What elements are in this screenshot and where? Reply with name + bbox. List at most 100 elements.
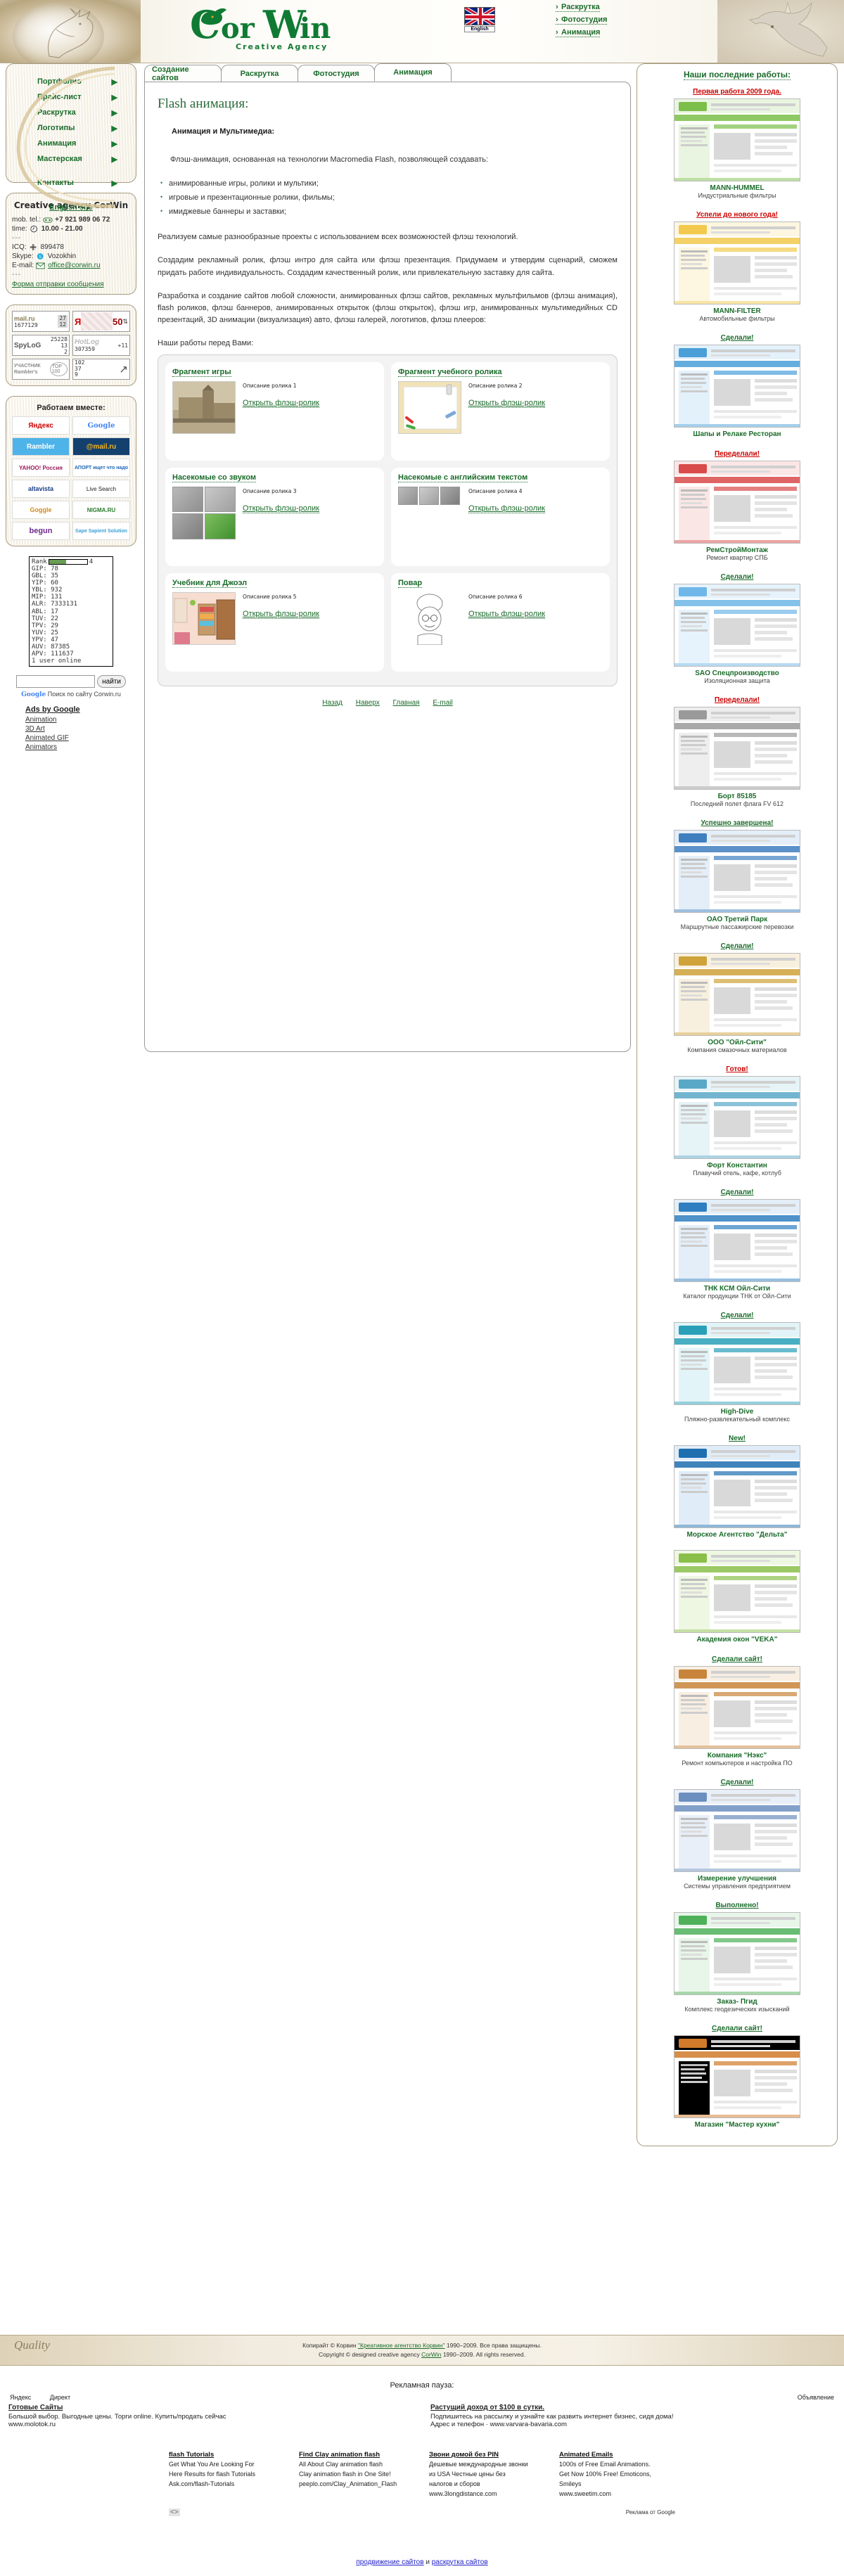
work-thumbnail-whiteboard[interactable] <box>398 380 461 434</box>
portfolio-item-2[interactable]: Сделали! Шапы и Релаке Ресторан <box>644 333 830 438</box>
portfolio-item-1[interactable]: Успели до нового года! MANN-FILTER Автомоб… <box>644 210 830 322</box>
sidebar-item-contacts[interactable]: Контакты ▶ <box>12 175 130 191</box>
partner-logo-sape[interactable]: Sape Sapient Solution <box>72 522 130 540</box>
portfolio-thumbnail[interactable] <box>674 1199 800 1282</box>
message-form-link[interactable]: Форма отправки сообщения <box>12 281 130 288</box>
google-ad-3[interactable]: Animated Emails 1000s of Free Email Anim… <box>559 2451 689 2499</box>
portfolio-name[interactable]: ТНК КСМ Ойл-Сити <box>644 1285 830 1293</box>
work-thumbnail-insects-grid[interactable] <box>172 486 236 539</box>
sidebar-item-portfolio[interactable]: Портфолио ▶ <box>12 74 130 89</box>
work-open-link[interactable]: Открыть флэш-ролик <box>243 504 319 513</box>
google-ad-link-2[interactable]: Animated GIF <box>25 734 136 742</box>
work-title[interactable]: Фрагмент учебного ролика <box>398 368 502 377</box>
work-open-link[interactable]: Открыть флэш-ролик <box>468 399 545 408</box>
counter-liveinternet[interactable]: 102 37 9 ↗ <box>72 359 130 380</box>
portfolio-item-14[interactable]: Сделали! Измерение улучшения Системы управ… <box>644 1778 830 1890</box>
partner-logo-altavista[interactable]: altavista <box>12 480 70 498</box>
portfolio-thumbnail[interactable] <box>674 707 800 790</box>
contact-email-value[interactable]: office@corwin.ru <box>48 262 100 269</box>
tab-photostudio[interactable]: Фотостудия <box>298 65 375 82</box>
work-thumbnail-chef[interactable] <box>398 592 461 645</box>
portfolio-item-11[interactable]: New! Морское Агентство "Дельта" <box>644 1434 830 1539</box>
bottom-link-seo[interactable]: раскрутка сайтов <box>432 2558 488 2566</box>
work-thumbnail-classroom[interactable] <box>172 591 236 645</box>
portfolio-thumbnail[interactable] <box>674 1666 800 1749</box>
copyright-ru-link[interactable]: "Креативное агентство Корвин" <box>358 2342 445 2349</box>
portfolio-name[interactable]: РемСтройМонтаж <box>644 546 830 554</box>
bottom-nav-back[interactable]: Назад <box>322 699 343 707</box>
counter-rambler-top100[interactable]: УЧАСТНИК Rambler's TOP 100 <box>12 359 70 380</box>
google-ad-1[interactable]: Find Clay animation flash All About Clay… <box>299 2451 429 2499</box>
yandex-ad-1[interactable]: Растущий доход от $100 в сутки. Подпишит… <box>422 2401 844 2431</box>
work-open-link[interactable]: Открыть флэш-ролик <box>243 399 319 408</box>
search-input[interactable] <box>16 675 96 688</box>
portfolio-item-0[interactable]: Первая работа 2009 года. MANN-HUMMEL Индус… <box>644 87 830 199</box>
header-nav-item-2[interactable]: Анимация <box>556 28 601 37</box>
counter-mailru[interactable]: mail.ru 1677129 27 12 <box>12 311 70 332</box>
portfolio-item-3[interactable]: Переделали! РемСтройМонтаж Ремонт квартир … <box>644 449 830 561</box>
portfolio-item-6[interactable]: Успешно завершена! ОАО Третий Парк Маршрут… <box>644 819 830 930</box>
portfolio-item-16[interactable]: Сделали сайт! Магазин "Мастер кухни" <box>644 2024 830 2129</box>
partner-logo-livesearch[interactable]: Live Search <box>72 480 130 498</box>
portfolio-item-9[interactable]: Сделали! ТНК КСМ Ойл-Сити Каталог продукци… <box>644 1188 830 1300</box>
google-ad-link-1[interactable]: 3D Art <box>25 725 136 733</box>
portfolio-item-15[interactable]: Выполнено! Заказ- Пгид Комплекс геодезичес… <box>644 1901 830 2013</box>
work-thumbnail-fortress[interactable] <box>172 380 236 434</box>
portfolio-name[interactable]: Морское Агентство "Дельта" <box>644 1531 830 1539</box>
portfolio-thumbnail[interactable] <box>674 1550 800 1633</box>
sidebar-item-pricelist[interactable]: Прайс-лист ▶ <box>12 89 130 105</box>
sidebar-item-promotion[interactable]: Раскрутка ▶ <box>12 105 130 120</box>
bottom-link-promotion[interactable]: продвижение сайтов <box>356 2558 423 2566</box>
portfolio-item-13[interactable]: Сделали сайт! Компания "Нэкс" Ремонт компь… <box>644 1655 830 1767</box>
portfolio-thumbnail[interactable] <box>674 1322 800 1405</box>
tab-promotion[interactable]: Раскрутка <box>221 65 298 82</box>
portfolio-thumbnail[interactable] <box>674 2035 800 2118</box>
portfolio-item-4[interactable]: Сделали! SAO Спецпроизводство Изоляционная… <box>644 572 830 684</box>
portfolio-name[interactable]: Академия окон "VEKA" <box>644 1636 830 1643</box>
work-open-link[interactable]: Открыть флэш-ролик <box>243 610 319 619</box>
portfolio-name[interactable]: Магазин "Мастер кухни" <box>644 2121 830 2129</box>
portfolio-name[interactable]: ООО "Ойл-Сити" <box>644 1039 830 1046</box>
work-title[interactable]: Повар <box>398 579 423 588</box>
bottom-nav-top[interactable]: Наверх <box>356 699 380 707</box>
google-ad-2[interactable]: Звони домой без PIN Дешевые международны… <box>429 2451 559 2499</box>
portfolio-name[interactable]: MANN-HUMMEL <box>644 184 830 192</box>
portfolio-thumbnail[interactable] <box>674 830 800 913</box>
partner-logo-rambler[interactable]: Rambler <box>12 437 70 456</box>
counter-yandex[interactable]: Я 50 ⇅ <box>72 311 130 332</box>
portfolio-thumbnail[interactable] <box>674 222 800 305</box>
portfolio-item-10[interactable]: Сделали! High-Dive Пляжно-развлекательный … <box>644 1311 830 1423</box>
portfolio-thumbnail[interactable] <box>674 1789 800 1872</box>
tab-animation[interactable]: Анимация <box>374 63 452 82</box>
work-title[interactable]: Учебник для Джоэл <box>172 579 248 588</box>
counter-spylog[interactable]: SpyLoG 25228 13 2 <box>12 335 70 356</box>
partner-logo-mailru[interactable]: @mail.ru <box>72 437 130 456</box>
work-open-link[interactable]: Открыть флэш-ролик <box>468 504 545 513</box>
portfolio-thumbnail[interactable] <box>674 1912 800 1995</box>
portfolio-thumbnail[interactable] <box>674 461 800 544</box>
partner-logo-goggle[interactable]: Goggle <box>12 501 70 519</box>
portfolio-thumbnail[interactable] <box>674 1445 800 1528</box>
contact-email[interactable]: E-mail: office@corwin.ru <box>12 262 130 269</box>
work-title[interactable]: Насекомые со звуком <box>172 473 256 482</box>
work-title[interactable]: Насекомые с английским текстом <box>398 473 528 482</box>
sidebar-item-animation[interactable]: Анимация ▶ <box>12 136 130 151</box>
english-site-link[interactable]: English site <box>12 203 130 212</box>
bottom-nav-home[interactable]: Главная <box>393 699 420 707</box>
portfolio-thumbnail[interactable] <box>674 1076 800 1159</box>
portfolio-thumbnail[interactable] <box>674 345 800 428</box>
header-nav-item-0[interactable]: Раскрутка <box>556 3 600 12</box>
brand-logo[interactable]: C or W in Creative Agency <box>141 0 464 63</box>
portfolio-thumbnail[interactable] <box>674 584 800 667</box>
portfolio-name[interactable]: SAO Спецпроизводство <box>644 669 830 677</box>
sidebar-item-workshop[interactable]: Мастерская ▶ <box>12 151 130 167</box>
portfolio-name[interactable]: Шапы и Релаке Ресторан <box>644 430 830 438</box>
bottom-nav-email[interactable]: E-mail <box>433 699 452 707</box>
google-ad-link-0[interactable]: Animation <box>25 716 136 724</box>
tab-sites[interactable]: Создание сайтов <box>144 65 222 82</box>
portfolio-name[interactable]: Измерение улучшения <box>644 1875 830 1883</box>
sidebar-item-logos[interactable]: Логотипы ▶ <box>12 120 130 136</box>
copyright-en-link[interactable]: CorWin <box>421 2351 441 2358</box>
portfolio-name[interactable]: MANN-FILTER <box>644 307 830 315</box>
portfolio-thumbnail[interactable] <box>674 98 800 181</box>
